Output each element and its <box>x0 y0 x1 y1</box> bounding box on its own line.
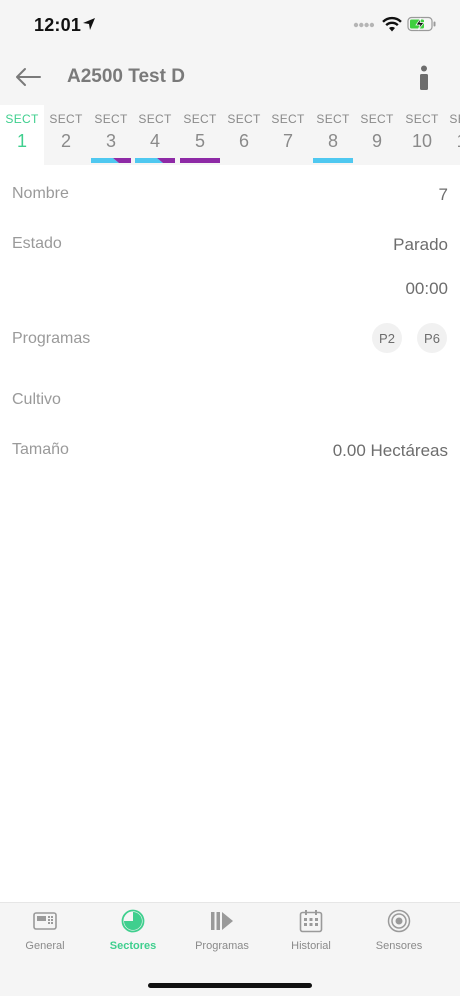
back-arrow-icon <box>16 68 41 86</box>
bottom-tab-sectores[interactable]: Sectores <box>98 903 168 963</box>
estado-value: Parado <box>393 235 448 254</box>
tab-number: 7 <box>282 131 293 151</box>
tab-sect-7[interactable]: SECT 7 <box>266 105 310 165</box>
sector-tabs: SECT 1 SECT 2 SECT 3 SECT 4 SECT 5 SECT … <box>0 105 460 165</box>
sensor-target-icon <box>387 909 411 933</box>
nav-bar: A2500 Test D <box>0 50 460 105</box>
nombre-value: 7 <box>438 185 448 204</box>
program-chip-p6[interactable]: P6 <box>417 323 447 353</box>
tab-number: 11 <box>444 131 460 152</box>
tab-label: SECT <box>449 112 460 126</box>
battery-charging-icon <box>407 16 436 32</box>
tab-sect-10[interactable]: SECT 10 <box>400 105 444 165</box>
tab-sect-3[interactable]: SECT 3 <box>89 105 133 165</box>
tab-number: 9 <box>371 131 382 151</box>
location-arrow-icon <box>83 18 95 30</box>
tab-sect-2[interactable]: SECT 2 <box>44 105 88 165</box>
tab-sect-11[interactable]: SECT 11 <box>444 105 460 165</box>
tab-label: SECT <box>49 112 83 126</box>
page-title: A2500 Test D <box>67 66 185 87</box>
nombre-label: Nombre <box>12 185 69 202</box>
tab-sect-8[interactable]: SECT 8 <box>311 105 355 165</box>
tab-label: SECT <box>5 112 39 126</box>
tab-status-bar <box>180 158 220 163</box>
program-chip-p2[interactable]: P2 <box>372 323 402 353</box>
programas-label: Programas <box>12 330 91 347</box>
tab-label: SECT <box>227 112 261 126</box>
tab-number: 5 <box>194 131 205 151</box>
calendar-icon <box>299 910 323 933</box>
status-time: 12:01 <box>34 15 82 35</box>
tab-label: SECT <box>94 112 128 126</box>
tab-sect-1[interactable]: SECT 1 <box>0 105 44 165</box>
tab-number: 2 <box>60 131 71 151</box>
bottom-tab-historial[interactable]: Historial <box>276 903 346 963</box>
sector-pie-icon <box>121 909 145 933</box>
tab-label: SECT <box>316 112 350 126</box>
tab-number: 8 <box>327 131 338 151</box>
tab-sect-5[interactable]: SECT 5 <box>178 105 222 165</box>
tamano-label: Tamaño <box>12 441 69 458</box>
estado-time: 00:00 <box>405 279 448 298</box>
programs-play-icon <box>211 912 233 930</box>
tab-label: SECT <box>405 112 439 126</box>
tab-label: SECT <box>271 112 305 126</box>
tab-number: 10 <box>411 131 433 151</box>
bottom-tab-programas[interactable]: Programas <box>187 903 257 963</box>
tab-status-bar <box>313 158 353 163</box>
bottom-tab-label: Sectores <box>109 940 157 952</box>
tamano-value: 0.00 Hectáreas <box>332 441 448 460</box>
home-indicator <box>148 983 312 988</box>
bottom-tab-bar: General Sectores Programas Historial Sen… <box>0 902 460 996</box>
info-button[interactable] <box>410 62 438 94</box>
tab-label: SECT <box>138 112 172 126</box>
bottom-tab-sensores[interactable]: Sensores <box>364 903 434 963</box>
bottom-tab-label: Historial <box>291 940 331 952</box>
tab-number: 6 <box>238 131 249 151</box>
wifi-icon <box>382 16 402 32</box>
info-icon <box>420 65 428 90</box>
tab-number: 4 <box>149 131 160 151</box>
bottom-tab-label: Programas <box>195 940 249 952</box>
status-bar: 12:01 <box>0 0 460 50</box>
bottom-tab-general[interactable]: General <box>10 903 80 963</box>
tab-label: SECT <box>183 112 217 126</box>
bottom-tab-label: General <box>25 940 65 952</box>
tab-label: SECT <box>360 112 394 126</box>
bottom-tab-label: Sensores <box>375 940 423 952</box>
tab-sect-4[interactable]: SECT 4 <box>133 105 177 165</box>
signal-dots-icon <box>353 22 375 28</box>
tab-number: 1 <box>16 131 27 151</box>
tab-sect-6[interactable]: SECT 6 <box>222 105 266 165</box>
cultivo-label: Cultivo <box>12 391 61 408</box>
back-button[interactable] <box>10 60 46 94</box>
tab-status-bar <box>91 158 131 163</box>
estado-label: Estado <box>12 235 62 252</box>
tab-number: 3 <box>105 131 116 151</box>
controller-icon <box>33 912 57 930</box>
tab-status-bar <box>135 158 175 163</box>
tab-sect-9[interactable]: SECT 9 <box>355 105 399 165</box>
